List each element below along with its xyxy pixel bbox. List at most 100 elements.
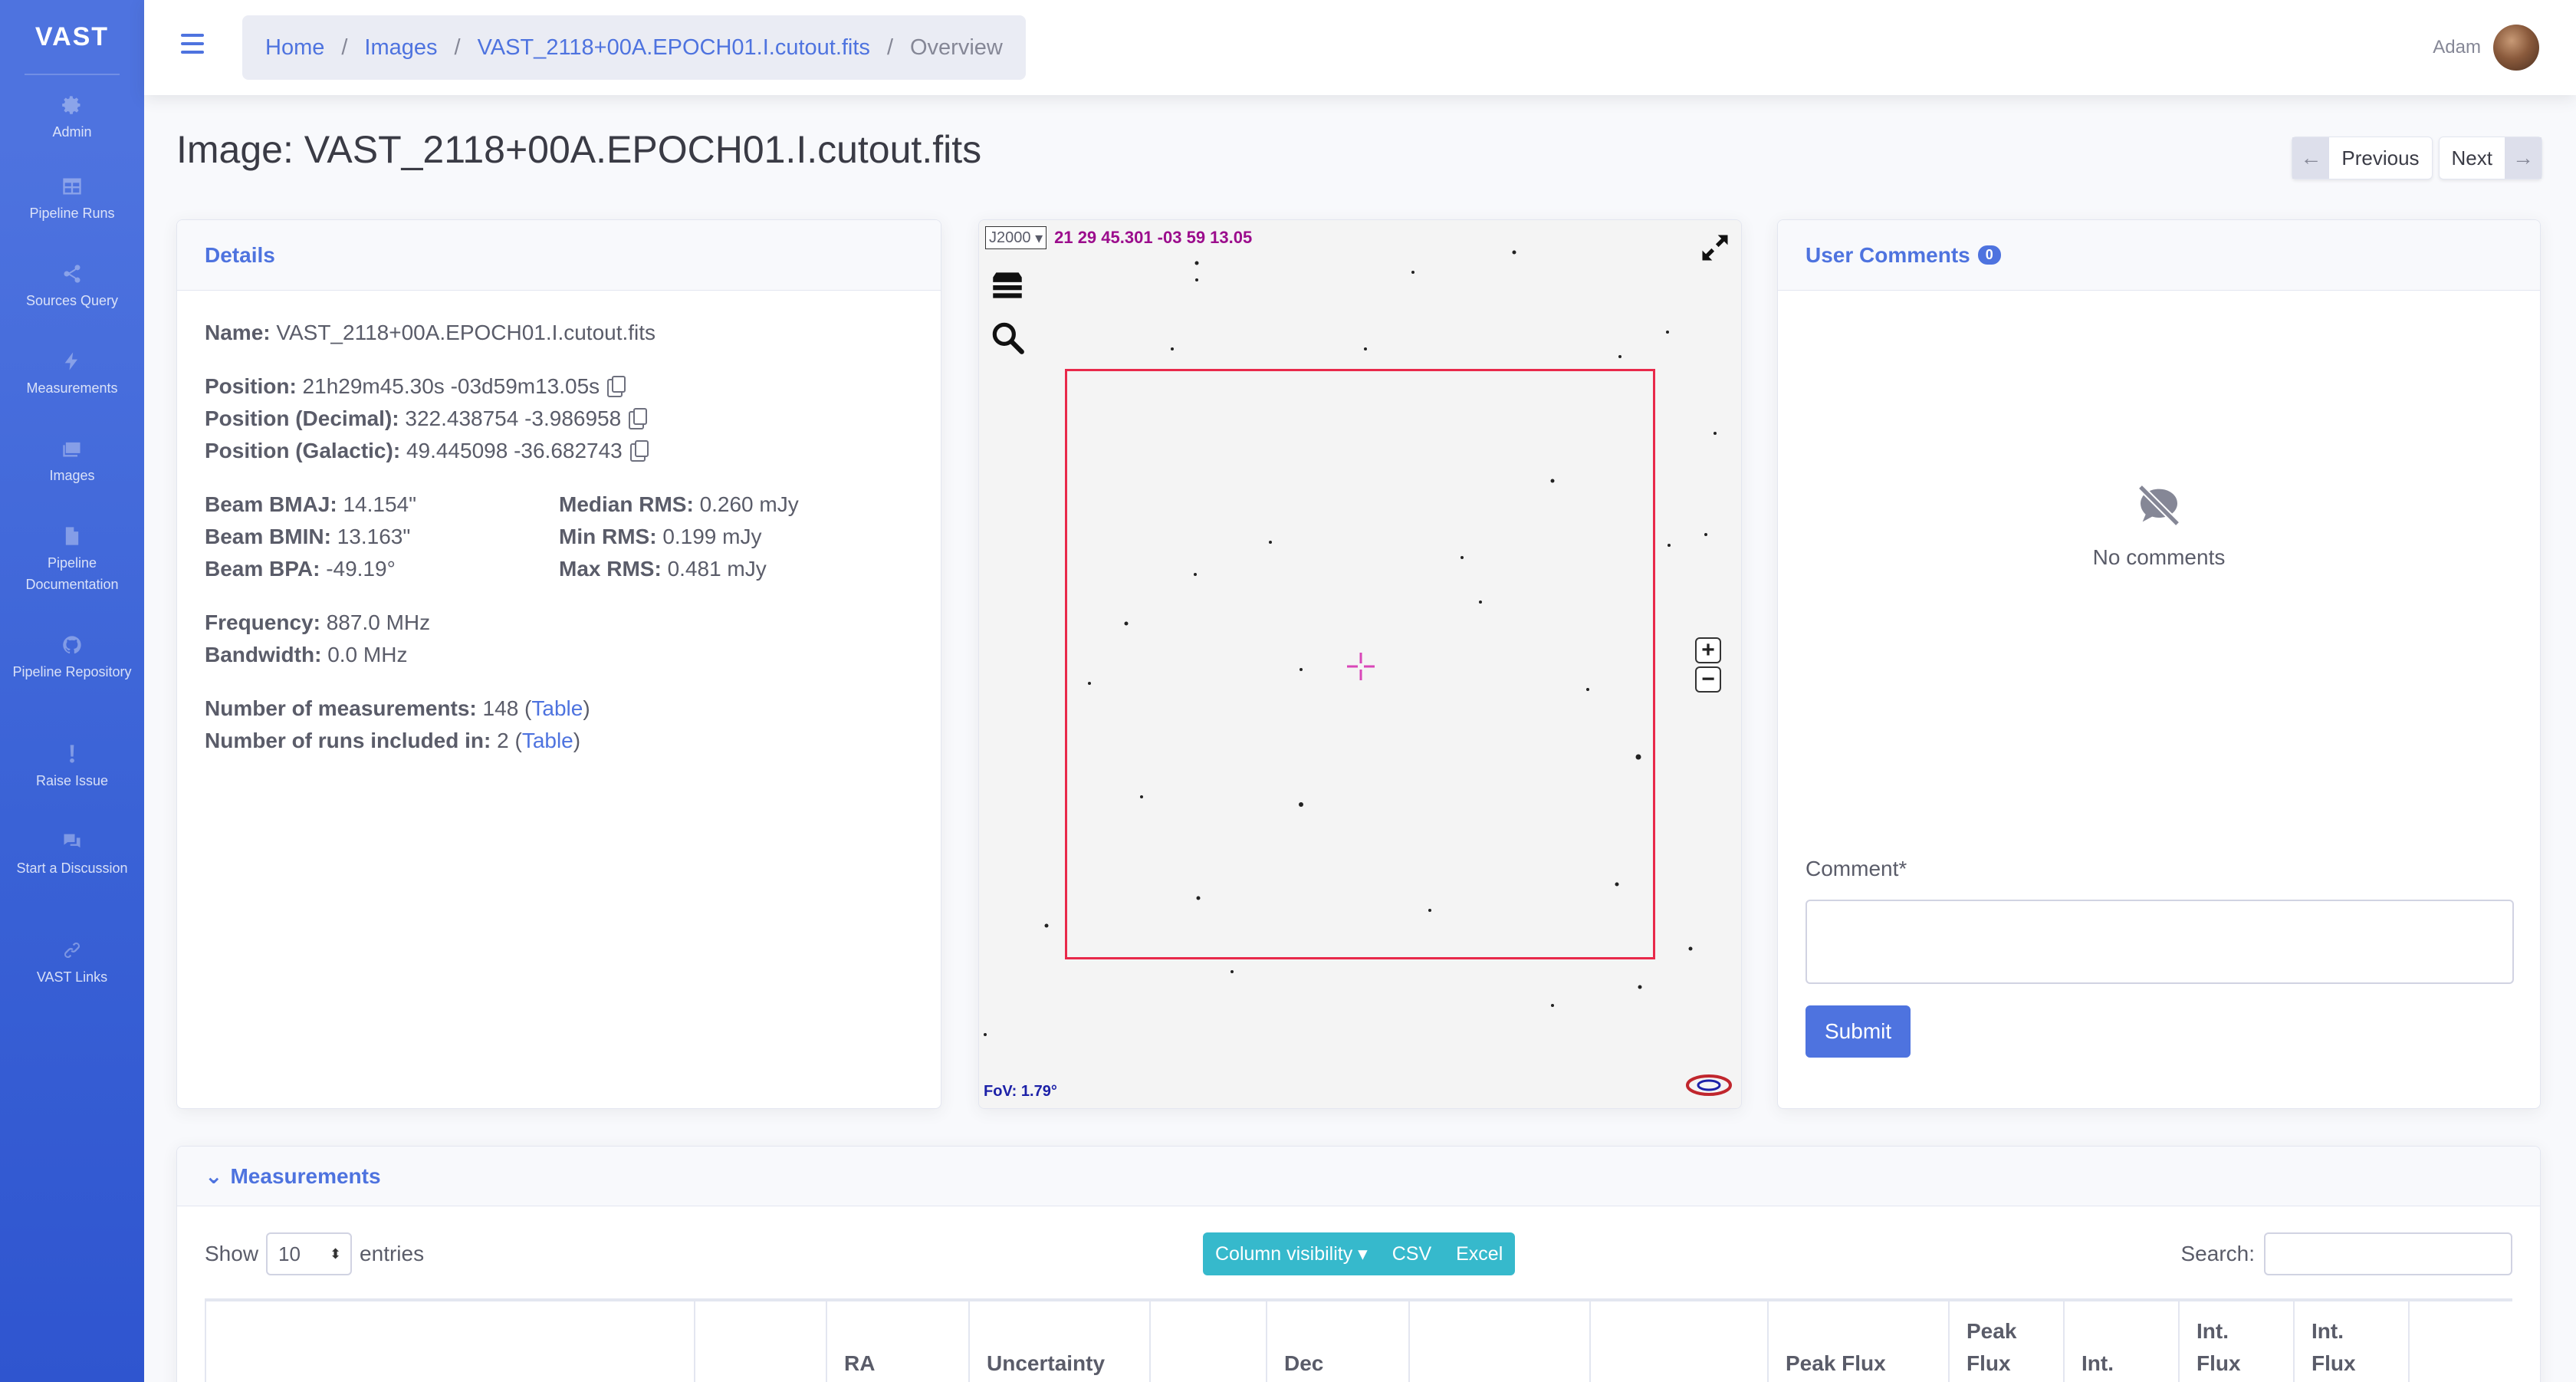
sidebar-item-label: Pipeline Repository bbox=[12, 664, 132, 679]
breadcrumb-image-name[interactable]: VAST_2118+00A.EPOCH01.I.cutout.fits bbox=[478, 35, 870, 61]
previous-button[interactable]: ← Previous bbox=[2292, 137, 2433, 179]
detail-num-runs: Number of runs included in: 2 (Table) bbox=[205, 729, 581, 752]
bolt-icon bbox=[61, 350, 84, 373]
column-header-int[interactable]: Int. bbox=[2063, 1301, 2178, 1382]
detail-name: Name: VAST_2118+00A.EPOCH01.I.cutout.fit… bbox=[205, 317, 913, 349]
search-input[interactable] bbox=[2264, 1232, 2512, 1275]
zoom-out-button[interactable]: − bbox=[1695, 666, 1721, 693]
excel-button[interactable]: Excel bbox=[1444, 1232, 1515, 1275]
column-header-peak-flux[interactable]: Peak Flux bbox=[1767, 1301, 1948, 1382]
pager: ← Previous Next → bbox=[2292, 137, 2542, 179]
detail-median-rms: Median RMS: 0.260 mJy bbox=[559, 489, 913, 521]
table-search: Search: bbox=[2181, 1232, 2512, 1275]
column-header-ra[interactable]: RA bbox=[826, 1301, 968, 1382]
comments-icon bbox=[61, 830, 84, 853]
crosshair-icon bbox=[1347, 653, 1375, 680]
breadcrumb-separator: / bbox=[454, 35, 461, 60]
detail-label: Name: bbox=[205, 321, 271, 344]
exclamation-icon bbox=[61, 742, 84, 765]
previous-label: Previous bbox=[2341, 146, 2420, 169]
sidebar-item-label: Start a Discussion bbox=[16, 860, 128, 876]
brand-logo[interactable]: VAST bbox=[0, 0, 144, 74]
detail-bandwidth: Bandwidth: 0.0 MHz bbox=[205, 639, 913, 671]
column-header[interactable] bbox=[1589, 1301, 1767, 1382]
sidebar-item-pipeline-repository[interactable]: Pipeline Repository bbox=[0, 633, 144, 742]
search-icon[interactable] bbox=[988, 318, 1027, 357]
column-header-peak-flux-err[interactable]: Peak Flux bbox=[1948, 1301, 2063, 1382]
measurements-header[interactable]: ⌄ Measurements bbox=[177, 1147, 2540, 1206]
submit-button[interactable]: Submit bbox=[1806, 1005, 1911, 1058]
detail-value: -49.19° bbox=[326, 557, 396, 581]
column-header-dec[interactable]: Dec bbox=[1266, 1301, 1408, 1382]
sidebar-item-vast-links[interactable]: VAST Links bbox=[0, 939, 144, 1026]
sidebar-item-measurements[interactable]: Measurements bbox=[0, 350, 144, 437]
entries-length: Show 10 entries bbox=[205, 1232, 424, 1275]
sidebar-item-pipeline-documentation[interactable]: Pipeline Documentation bbox=[0, 525, 144, 633]
csv-button[interactable]: CSV bbox=[1380, 1232, 1444, 1275]
detail-value: 49.445098 -36.682743 bbox=[406, 439, 623, 462]
sidebar-item-label: Measurements bbox=[26, 380, 118, 396]
sidebar: VAST Admin Pipeline Runs Sources Query M… bbox=[0, 0, 144, 1382]
detail-value: 322.438754 -3.986958 bbox=[405, 406, 622, 430]
sidebar-item-label: Pipeline Documentation bbox=[25, 555, 119, 592]
comments-header: User Comments 0 bbox=[1778, 220, 2540, 291]
copy-icon[interactable] bbox=[629, 407, 648, 429]
detail-beam-bpa: Beam BPA: -49.19° bbox=[205, 553, 559, 585]
column-header[interactable] bbox=[1149, 1301, 1266, 1382]
comment-textarea[interactable] bbox=[1806, 900, 2514, 984]
column-header[interactable] bbox=[694, 1301, 826, 1382]
breadcrumb-current: Overview bbox=[910, 35, 1003, 60]
gear-icon bbox=[61, 94, 84, 117]
column-header[interactable] bbox=[205, 1301, 694, 1382]
next-button[interactable]: Next → bbox=[2438, 137, 2542, 179]
details-card: Details Name: VAST_2118+00A.EPOCH01.I.cu… bbox=[176, 219, 941, 1109]
column-header-int-flux-err[interactable]: Int. Flux bbox=[2293, 1301, 2408, 1382]
runs-table-link[interactable]: Table bbox=[522, 729, 573, 752]
zoom-in-button[interactable]: + bbox=[1695, 637, 1721, 663]
detail-label: Number of measurements: bbox=[205, 696, 477, 720]
chevron-down-icon: ⌄ bbox=[205, 1164, 223, 1188]
column-header-uncertainty[interactable]: Uncertainty bbox=[968, 1301, 1149, 1382]
sky-viewer[interactable]: J2000 ▾ 21 29 45.301 -03 59 13.05 + − Fo… bbox=[978, 219, 1742, 1109]
breadcrumb-separator: / bbox=[341, 35, 348, 60]
detail-position-galactic: Position (Galactic): 49.445098 -36.68274… bbox=[205, 435, 913, 467]
show-label: Show bbox=[205, 1242, 259, 1265]
cursor-coordinates: 21 29 45.301 -03 59 13.05 bbox=[1054, 228, 1253, 247]
detail-label: Beam BPA: bbox=[205, 557, 320, 581]
sidebar-item-start-a-discussion[interactable]: Start a Discussion bbox=[0, 830, 144, 939]
beam-rms-block: Beam BMAJ: 14.154" Beam BMIN: 13.163" Be… bbox=[205, 489, 913, 585]
breadcrumb-home[interactable]: Home bbox=[265, 35, 324, 61]
detail-value: 0.260 mJy bbox=[699, 492, 799, 516]
detail-position: Position: 21h29m45.30s -03d59m13.05s bbox=[205, 370, 913, 403]
measurements-table-link[interactable]: Table bbox=[531, 696, 583, 720]
column-header[interactable] bbox=[1408, 1301, 1589, 1382]
entries-select[interactable]: 10 bbox=[266, 1232, 353, 1275]
column-header-int-flux[interactable]: Int. Flux bbox=[2178, 1301, 2293, 1382]
page-title: Image: VAST_2118+00A.EPOCH01.I.cutout.fi… bbox=[176, 128, 982, 171]
sidebar-item-label: Raise Issue bbox=[35, 773, 109, 788]
field-of-view: FoV: 1.79° bbox=[984, 1083, 1057, 1100]
sidebar-item-sources-query[interactable]: Sources Query bbox=[0, 262, 144, 350]
measurements-card: ⌄ Measurements Show 10 entries Column vi… bbox=[176, 1146, 2541, 1382]
detail-label: Beam BMAJ: bbox=[205, 492, 337, 516]
aladin-logo-icon[interactable] bbox=[1684, 1070, 1733, 1101]
sidebar-item-images[interactable]: Images bbox=[0, 437, 144, 525]
detail-label: Position (Decimal): bbox=[205, 406, 399, 430]
sidebar-item-label: Images bbox=[49, 468, 95, 483]
detail-value: 13.163" bbox=[337, 525, 411, 548]
user-menu[interactable]: Adam bbox=[2433, 25, 2539, 71]
layers-icon[interactable] bbox=[988, 266, 1027, 304]
copy-icon[interactable] bbox=[607, 375, 626, 397]
fullscreen-icon[interactable] bbox=[1698, 231, 1732, 265]
sidebar-item-pipeline-runs[interactable]: Pipeline Runs bbox=[0, 175, 144, 262]
column-header[interactable] bbox=[2408, 1301, 2512, 1382]
breadcrumb-images[interactable]: Images bbox=[364, 35, 437, 61]
sidebar-item-admin[interactable]: Admin bbox=[0, 94, 144, 175]
copy-icon[interactable] bbox=[629, 439, 649, 462]
sidebar-item-raise-issue[interactable]: Raise Issue bbox=[0, 742, 144, 830]
menu-toggle-icon[interactable] bbox=[181, 34, 204, 57]
frame-select[interactable]: J2000 ▾ bbox=[985, 226, 1047, 249]
column-visibility-button[interactable]: Column visibility ▾ bbox=[1203, 1232, 1380, 1275]
user-name: Adam bbox=[2433, 37, 2481, 58]
entries-label: entries bbox=[360, 1242, 425, 1265]
